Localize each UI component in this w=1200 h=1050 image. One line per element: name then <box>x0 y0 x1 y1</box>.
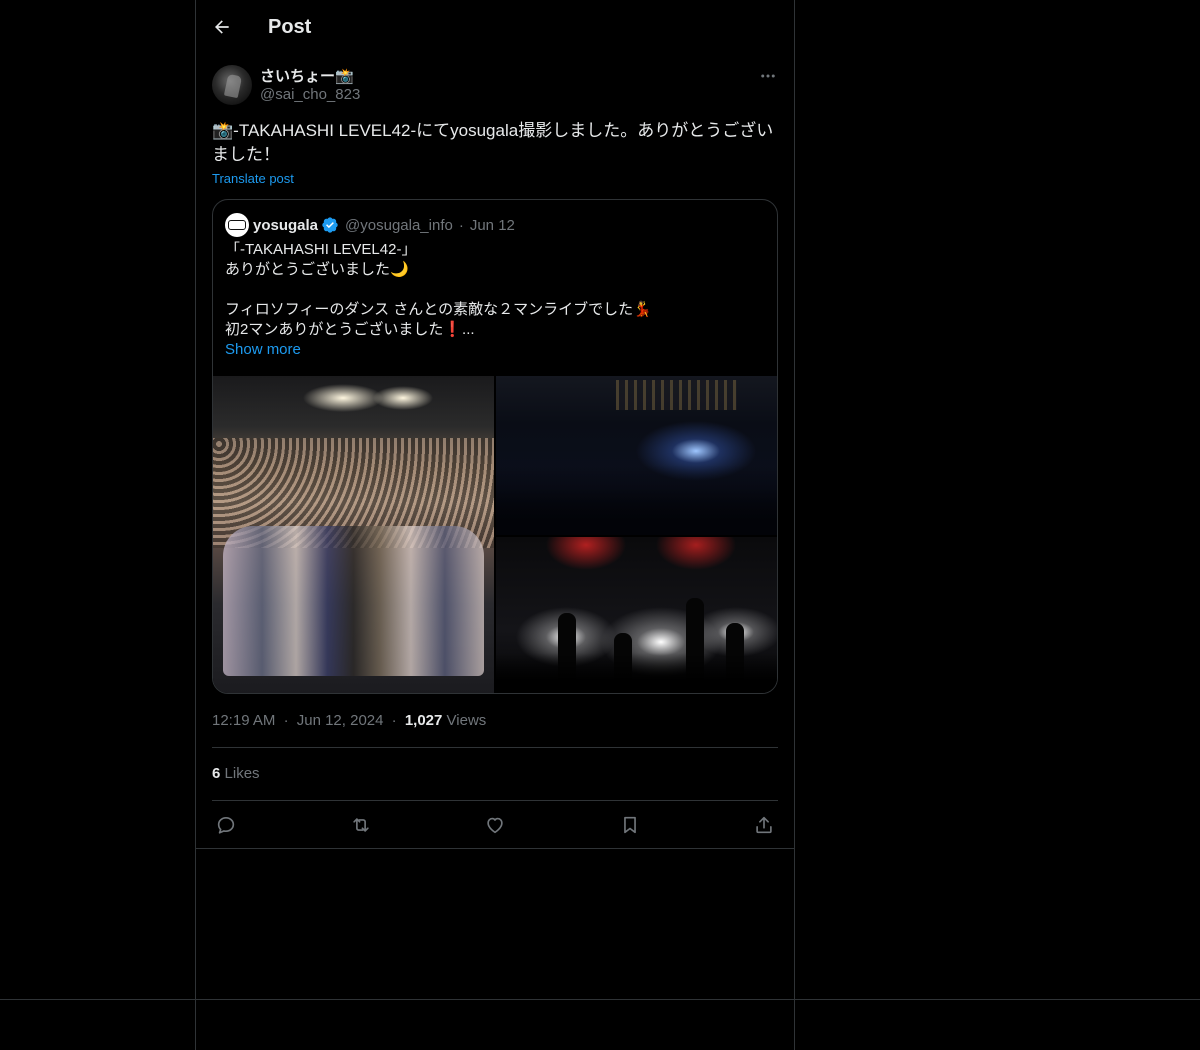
back-button[interactable] <box>210 15 234 39</box>
bookmark-button[interactable] <box>616 812 644 838</box>
likes-count: 6 <box>212 765 221 782</box>
quoted-post-date[interactable]: Jun 12 <box>470 217 515 234</box>
divider <box>196 848 794 849</box>
author-name[interactable]: さいちょー📸 <box>260 65 354 86</box>
quoted-author-handle[interactable]: @yosugala_info <box>345 217 453 234</box>
post-text: 📸-TAKAHASHI LEVEL42-にてyosugala撮影しました。ありが… <box>212 121 774 164</box>
separator-dot: · <box>391 712 397 729</box>
share-icon <box>756 816 772 834</box>
media-grid <box>213 376 777 693</box>
share-button[interactable] <box>750 812 778 838</box>
more-button[interactable] <box>758 66 778 86</box>
separator-dot: · <box>458 216 464 234</box>
reply-button[interactable] <box>212 812 240 838</box>
translate-post-link[interactable]: Translate post <box>212 171 294 186</box>
avatar[interactable] <box>212 65 252 105</box>
quoted-author-name[interactable]: yosugala <box>253 217 318 234</box>
views-count: 1,027 <box>404 712 443 729</box>
action-bar <box>212 812 778 838</box>
divider <box>212 800 778 801</box>
author-handle[interactable]: @sai_cho_823 <box>260 86 360 103</box>
views-label: Views <box>446 712 487 729</box>
likes-label: Likes <box>224 765 260 782</box>
divider <box>212 747 778 748</box>
quoted-post-header: yosugala @yosugala_info · Jun 12 <box>225 213 515 237</box>
bottom-divider <box>0 999 1200 1000</box>
column-border-right <box>794 0 795 1050</box>
verified-badge-icon <box>322 217 338 233</box>
reply-icon <box>217 817 235 834</box>
show-more-link[interactable]: Show more <box>225 341 301 358</box>
page-title: Post <box>268 15 312 38</box>
column-border-left <box>195 0 196 1050</box>
like-button[interactable] <box>481 812 509 838</box>
quoted-avatar[interactable] <box>225 213 249 237</box>
photo-stage-silhouettes[interactable] <box>496 537 777 693</box>
quoted-post-text: 「-TAKAHASHI LEVEL42-」 ありがとうございました🌙 フィロソフ… <box>225 241 652 338</box>
likes-stat[interactable]: 6 Likes <box>212 765 260 782</box>
post-meta: 12:19 AM · Jun 12, 2024 · 1,027 Views <box>212 712 486 729</box>
heart-icon <box>487 817 503 834</box>
repost-icon <box>352 818 369 832</box>
post-date[interactable]: Jun 12, 2024 <box>297 712 384 729</box>
photo-group-on-stage[interactable] <box>213 376 494 693</box>
photo-venue-crowd[interactable] <box>496 376 777 535</box>
page-header: Post <box>196 0 794 54</box>
post-author: さいちょー📸 @sai_cho_823 <box>212 64 778 108</box>
arrow-left-icon <box>215 20 229 34</box>
quoted-post[interactable]: yosugala @yosugala_info · Jun 12 「-TAKAH… <box>212 199 778 694</box>
bookmark-icon <box>623 816 636 834</box>
repost-button[interactable] <box>347 812 375 838</box>
post-time[interactable]: 12:19 AM <box>212 712 275 729</box>
post-column: Post さいちょー📸 @sai_cho_823 📸-TAKAHASHI LEV… <box>196 0 794 849</box>
more-horizontal-icon <box>761 74 775 78</box>
separator-dot: · <box>283 712 289 729</box>
